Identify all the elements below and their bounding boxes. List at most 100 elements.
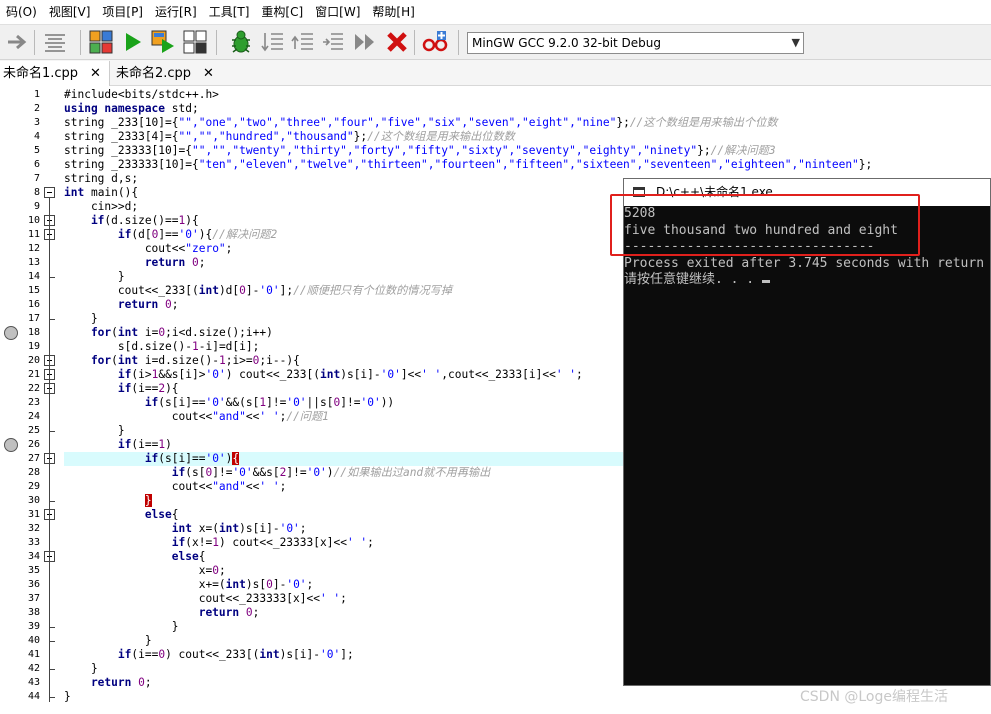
code-token: (i==: [131, 438, 159, 451]
code-line[interactable]: if(d.size()==1){: [64, 214, 199, 228]
menu-item[interactable]: 码(O): [0, 0, 43, 25]
code-line[interactable]: cout<<_233333[x]<<' ';: [64, 592, 347, 606]
menu-item[interactable]: 工具[T]: [203, 0, 256, 25]
code-line[interactable]: for(int i=0;i<d.size();i++): [64, 326, 273, 340]
code-line[interactable]: }: [64, 494, 152, 508]
line-number: 25: [27, 425, 40, 436]
code-token: ]==: [158, 228, 179, 241]
breakpoint-icon[interactable]: [4, 326, 18, 340]
code-token: #include<bits/stdc++.h>: [64, 88, 219, 101]
code-line[interactable]: if(i==1): [64, 438, 172, 452]
code-token: (i==: [131, 648, 159, 661]
code-line[interactable]: cout<<"and"<<' ';: [64, 480, 287, 494]
breakpoint-icon[interactable]: [4, 438, 18, 452]
code-token: cout<<: [64, 480, 213, 493]
code-line[interactable]: }: [64, 690, 71, 704]
code-token: "","","hundred","thousand": [178, 130, 354, 143]
compiler-select[interactable]: MinGW GCC 9.2.0 32-bit Debug ▼: [467, 32, 804, 54]
code-line[interactable]: }: [64, 312, 98, 326]
editor-gutter[interactable]: 1 2 3 4 5 6 7 8 9 10 11 12 13 14 15 16 17 18 19 20 21 22 23 24 2…: [0, 86, 62, 714]
run-icon[interactable]: [120, 29, 146, 55]
menu-item[interactable]: 视图[V]: [43, 0, 97, 25]
code-line[interactable]: s[d.size()-1-i]=d[i];: [64, 340, 259, 354]
code-token: cin>>d;: [64, 200, 139, 213]
code-line[interactable]: string _233[10]={"","one","two","three",…: [64, 116, 778, 130]
code-line[interactable]: if(i==2){: [64, 382, 179, 396]
code-token: ;i--){: [259, 354, 300, 367]
step-out-icon[interactable]: [320, 29, 346, 55]
compile-run-icon[interactable]: [150, 29, 176, 55]
tab-untitled1[interactable]: 未命名1.cpp ✕: [0, 61, 110, 86]
code-token: if: [64, 452, 159, 465]
code-line[interactable]: if(i==0) cout<<_233[(int)s[i]-'0'];: [64, 648, 354, 662]
format-code-icon[interactable]: [42, 29, 68, 55]
line-number: 7: [33, 173, 40, 184]
code-line[interactable]: }: [64, 270, 125, 284]
code-line[interactable]: if(s[i]=='0'&&(s[1]!='0'||s[0]!='0')): [64, 396, 394, 410]
code-line[interactable]: int x=(int)s[i]-'0';: [64, 522, 307, 536]
code-token: }: [64, 270, 125, 283]
code-line[interactable]: x=0;: [64, 564, 226, 578]
code-line[interactable]: }: [64, 662, 98, 676]
debug-bug-icon[interactable]: [228, 29, 254, 55]
code-token: '0': [259, 284, 280, 297]
code-token: for: [64, 326, 112, 339]
code-line[interactable]: }: [64, 634, 152, 648]
code-line[interactable]: return 0;: [64, 298, 179, 312]
menu-item[interactable]: 帮助[H]: [366, 0, 420, 25]
code-line[interactable]: if(d[0]=='0'){//解决问题2: [64, 228, 277, 242]
compile-icon[interactable]: [88, 29, 114, 55]
code-line[interactable]: string _23333[10]={"","","twenty","thirt…: [64, 144, 776, 158]
code-token: ;: [367, 536, 374, 549]
code-line[interactable]: return 0;: [64, 256, 206, 270]
rebuild-all-icon[interactable]: [182, 29, 208, 55]
arrow-right-icon[interactable]: [4, 29, 30, 55]
step-over-icon[interactable]: [290, 29, 316, 55]
code-line[interactable]: x+=(int)s[0]-'0';: [64, 578, 314, 592]
code-line[interactable]: string d,s;: [64, 172, 138, 186]
code-line[interactable]: using namespace std;: [64, 102, 199, 116]
close-icon[interactable]: ✕: [90, 61, 101, 86]
continue-icon[interactable]: [352, 29, 378, 55]
code-line[interactable]: else{: [64, 508, 179, 522]
menu-item[interactable]: 重构[C]: [255, 0, 309, 25]
code-line[interactable]: cout<<_233[(int)d[0]-'0'];//顺便把只有个位数的情况写…: [64, 284, 452, 298]
code-token: using namespace: [64, 102, 172, 115]
menu-item[interactable]: 项目[P]: [96, 0, 149, 25]
stop-icon[interactable]: [384, 29, 410, 55]
code-line[interactable]: if(i>1&&s[i]>'0') cout<<_233[(int)s[i]-'…: [64, 368, 583, 382]
code-line[interactable]: cout<<"and"<<' ';//问题1: [64, 410, 329, 424]
console-line-text: 请按任意键继续. . .: [624, 272, 762, 287]
code-token: x+=(: [64, 578, 226, 591]
close-icon[interactable]: ✕: [203, 61, 214, 86]
code-line[interactable]: for(int i=d.size()-1;i>=0;i--){: [64, 354, 300, 368]
code-token: ;: [171, 298, 179, 311]
code-token: ' ': [259, 480, 280, 493]
code-line[interactable]: string _233333[10]={"ten","eleven","twel…: [64, 158, 872, 172]
code-line[interactable]: #include<bits/stdc++.h>: [64, 88, 219, 102]
profile-icon[interactable]: [422, 29, 448, 55]
code-line[interactable]: if(x!=1) cout<<_23333[x]<<' ';: [64, 536, 374, 550]
chevron-down-icon[interactable]: ▼: [792, 33, 800, 53]
code-line[interactable]: }: [64, 424, 125, 438]
code-line[interactable]: string _2333[4]={"","","hundred","thousa…: [64, 130, 515, 144]
code-line[interactable]: cin>>d;: [64, 200, 138, 214]
tab-untitled2[interactable]: 未命名2.cpp ✕: [113, 61, 223, 86]
fold-toggle-icon[interactable]: [44, 187, 55, 198]
code-line[interactable]: if(s[0]!='0'&&s[2]!='0')//如果输出过and就不用再输出: [64, 466, 491, 480]
code-line[interactable]: return 0;: [64, 676, 152, 690]
code-token: return: [64, 676, 139, 689]
menu-item[interactable]: 运行[R]: [149, 0, 203, 25]
step-into-icon[interactable]: [260, 29, 286, 55]
code-line[interactable]: cout<<"zero";: [64, 242, 233, 256]
code-token: (d[: [131, 228, 152, 241]
code-token: ;: [144, 676, 152, 689]
code-token: ;: [340, 592, 347, 605]
code-line[interactable]: return 0;: [64, 606, 260, 620]
code-token: if: [64, 228, 132, 241]
code-token: (d.size()==: [104, 214, 179, 227]
code-line[interactable]: int main(){: [64, 186, 138, 200]
code-line[interactable]: }: [64, 620, 179, 634]
menu-item[interactable]: 窗口[W]: [309, 0, 366, 25]
code-line[interactable]: else{: [64, 550, 206, 564]
